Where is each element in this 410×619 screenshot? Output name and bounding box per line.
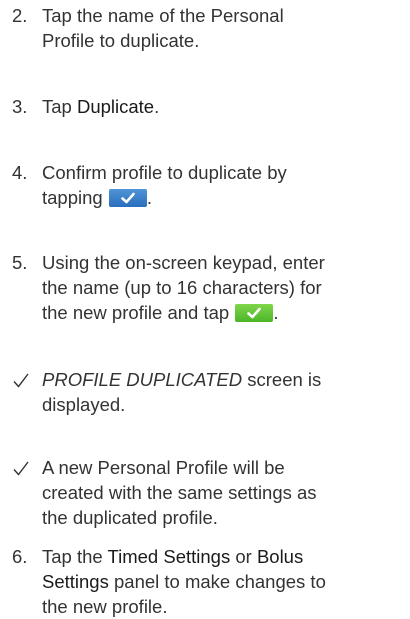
step-number: 5.	[12, 252, 28, 273]
profile-duplicated-label: PROFILE DUPLICATED	[42, 369, 243, 390]
instruction-page: 2. Tap the name of the Personal Profile …	[0, 0, 410, 617]
step-line: Tap the name of the Personal	[42, 5, 284, 26]
result-line: displayed.	[42, 394, 126, 415]
step-line: Tap the Timed Settings or Bolus	[42, 544, 372, 569]
result-line: A new Personal Profile will be	[42, 457, 285, 478]
checkmark-icon	[12, 371, 30, 389]
step-line: Settings panel to make changes to	[42, 569, 372, 594]
step-text-prefix: Tap the	[42, 546, 108, 567]
settings-label: Settings	[42, 571, 109, 592]
step-text-prefix: the new profile and tap	[42, 302, 230, 323]
step-text-suffix: .	[146, 187, 152, 208]
checkmark-button-icon	[235, 304, 274, 322]
result-line: PROFILE DUPLICATED screen is	[42, 367, 372, 392]
bolus-label: Bolus	[256, 546, 304, 567]
step-text: Tap the name of the Personal Profile to …	[42, 3, 372, 53]
step-line: Confirm profile to duplicate by	[42, 162, 287, 183]
step-line: tapping .	[42, 185, 372, 210]
step-line: the new profile and tap .	[42, 300, 372, 325]
step-line: Using the on-screen keypad, enter	[42, 252, 325, 273]
step-text-suffix: panel to make changes to	[108, 571, 326, 592]
result-text: A new Personal Profile will be created w…	[42, 455, 372, 530]
step-line: the name (up to 16 characters) for	[42, 277, 322, 298]
result-text: PROFILE DUPLICATED screen is displayed.	[42, 367, 372, 417]
step-text: Using the on-screen keypad, enter the na…	[42, 250, 372, 325]
step-number: 6.	[12, 546, 28, 567]
result-text-suffix: screen is	[242, 369, 322, 390]
step-text: Tap Duplicate.	[42, 94, 372, 119]
duplicate-label: Duplicate	[76, 96, 155, 117]
step-number: 4.	[12, 162, 28, 183]
step-text: Tap the Timed Settings or Bolus Settings…	[42, 544, 372, 619]
step-text-suffix: .	[154, 96, 160, 117]
step-line: Profile to duplicate.	[42, 30, 200, 51]
result-line: the duplicated profile.	[42, 507, 218, 528]
step-text-prefix: Tap	[42, 96, 77, 117]
step-text-mid: or	[230, 546, 257, 567]
step-text-suffix: .	[273, 302, 279, 323]
step-text-prefix: tapping	[42, 187, 103, 208]
result-line: created with the same settings as	[42, 482, 317, 503]
step-line: the new profile.	[42, 596, 168, 617]
step-number: 3.	[12, 96, 28, 117]
checkmark-icon	[12, 459, 30, 477]
checkmark-button-icon	[108, 189, 147, 207]
step-text: Confirm profile to duplicate by tapping …	[42, 160, 372, 210]
timed-settings-label: Timed Settings	[107, 546, 231, 567]
step-number: 2.	[12, 5, 28, 26]
